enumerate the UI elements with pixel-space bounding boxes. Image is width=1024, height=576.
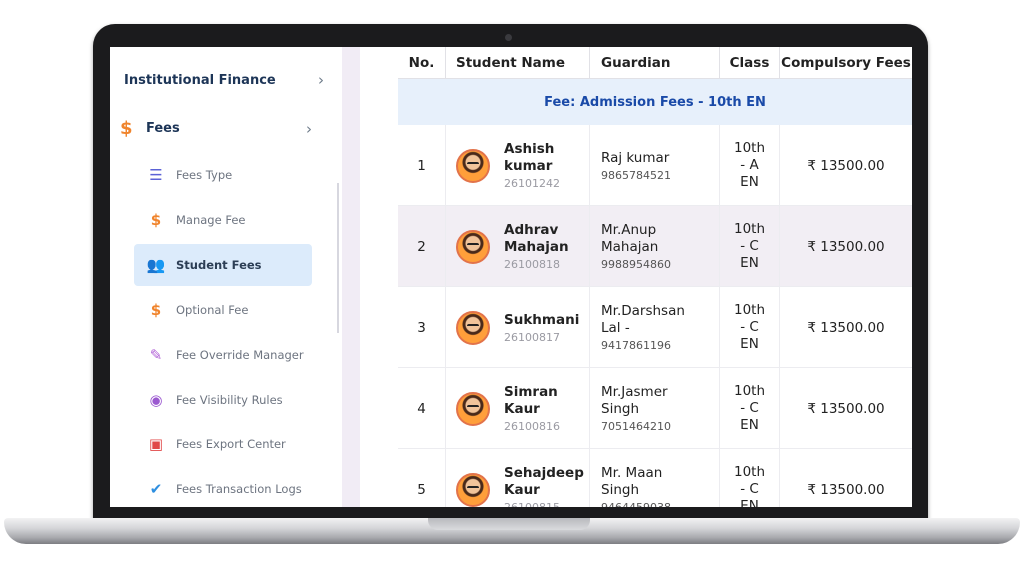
- guardian-phone: 9417861196: [601, 339, 671, 352]
- dollar-icon: $: [150, 301, 162, 319]
- student-class: 10th - C EN: [733, 302, 766, 352]
- guardian-phone: 7051464210: [601, 420, 671, 433]
- eye-icon: ◉: [149, 391, 163, 409]
- table-row[interactable]: 4 Simran Kaur 26100816 Mr.Jasmer Singh 7…: [398, 368, 912, 449]
- table-row[interactable]: 1 Ashish kumar 26101242 Raj kumar 986578…: [398, 125, 912, 206]
- student-class: 10th - A EN: [733, 140, 766, 190]
- compulsory-fee: ₹ 13500.00: [807, 238, 885, 255]
- sidebar-item-fees-export-center[interactable]: ▣ Fees Export Center: [134, 423, 312, 465]
- column-header-guardian[interactable]: Guardian: [590, 47, 720, 79]
- sidebar-item-optional-fee[interactable]: $ Optional Fee: [134, 289, 312, 331]
- student-name: Simran Kaur: [504, 384, 558, 417]
- check-circle-icon: ✔: [149, 480, 163, 498]
- sidebar-item-fees-transaction-logs[interactable]: ✔ Fees Transaction Logs: [134, 468, 312, 507]
- dollar-icon: $: [120, 118, 133, 139]
- sidebar: Institutional Finance › $ Fees › ☰ Fees …: [110, 47, 342, 507]
- sidebar-item-label: Fees: [146, 121, 180, 136]
- camera-icon: [505, 34, 512, 41]
- sidebar-item-label: Fees Export Center: [176, 437, 286, 451]
- laptop-notch: [428, 518, 590, 530]
- student-name: Ashish kumar: [504, 141, 555, 174]
- sidebar-item-label: Fee Override Manager: [176, 348, 304, 362]
- avatar: [456, 472, 490, 507]
- sidebar-item-label: Student Fees: [176, 258, 262, 272]
- guardian-name: Mr.Darshsan Lal -: [601, 303, 685, 336]
- row-number: 4: [398, 368, 446, 449]
- student-class: 10th - C EN: [733, 464, 766, 507]
- avatar: [456, 310, 490, 345]
- sidebar-item-label: Fee Visibility Rules: [176, 393, 283, 407]
- guardian-name: Mr. Maan Singh: [601, 465, 663, 498]
- student-name: Adhrav Mahajan: [504, 222, 569, 255]
- sidebar-item-label: Manage Fee: [176, 213, 246, 227]
- group-label: Fee: Admission Fees - 10th EN: [544, 94, 766, 110]
- student-id: 26100816: [504, 420, 560, 433]
- student-id: 26100818: [504, 258, 560, 271]
- column-header-no[interactable]: No.: [398, 47, 446, 79]
- sidebar-item-institutional-finance[interactable]: Institutional Finance ›: [124, 71, 324, 89]
- guardian-name: Mr.Anup Mahajan: [601, 222, 659, 255]
- sidebar-item-manage-fee[interactable]: $ Manage Fee: [134, 199, 312, 241]
- guardian-name: Mr.Jasmer Singh: [601, 384, 668, 417]
- student-class: 10th - C EN: [733, 383, 766, 433]
- excel-icon: ▣: [148, 435, 164, 453]
- guardian-phone: 9988954860: [601, 258, 671, 271]
- chevron-right-icon: ›: [306, 119, 312, 138]
- list-icon: ☰: [149, 166, 163, 184]
- table-row[interactable]: 5 Sehajdeep Kaur 26100815 Mr. Maan Singh…: [398, 449, 912, 507]
- column-header-class[interactable]: Class: [720, 47, 780, 79]
- row-number: 2: [398, 206, 446, 287]
- group-header: Fee: Admission Fees - 10th EN: [398, 79, 912, 125]
- student-id: 26101242: [504, 177, 560, 190]
- table-row[interactable]: 2 Adhrav Mahajan 26100818 Mr.Anup Mahaja…: [398, 206, 912, 287]
- student-name: Sukhmani: [504, 311, 580, 328]
- sidebar-item-label: Fees Transaction Logs: [176, 482, 302, 496]
- users-icon: 👥: [146, 256, 166, 274]
- sidebar-item-fee-visibility-rules[interactable]: ◉ Fee Visibility Rules: [134, 379, 312, 421]
- sidebar-scrollbar[interactable]: [337, 183, 339, 333]
- screen: Institutional Finance › $ Fees › ☰ Fees …: [110, 47, 912, 507]
- compulsory-fee: ₹ 13500.00: [807, 481, 885, 498]
- fees-table: No. Student Name Guardian Class Compulso…: [360, 47, 912, 507]
- column-header-student-name[interactable]: Student Name: [446, 47, 590, 79]
- edit-icon: ✎: [149, 346, 163, 364]
- dollar-icon: $: [150, 211, 162, 229]
- avatar: [456, 148, 490, 183]
- divider: [342, 47, 360, 507]
- compulsory-fee: ₹ 13500.00: [807, 319, 885, 336]
- student-class: 10th - C EN: [733, 221, 766, 271]
- student-id: 26100817: [504, 330, 560, 344]
- row-number: 1: [398, 125, 446, 206]
- compulsory-fee: ₹ 13500.00: [807, 157, 885, 174]
- table-row[interactable]: 3 Sukhmani 26100817 Mr.Darshsan Lal - 94…: [398, 287, 912, 368]
- student-id: 26100815: [504, 501, 576, 507]
- column-header-compulsory-fees[interactable]: Compulsory Fees: [780, 47, 912, 79]
- sidebar-item-fee-override-manager[interactable]: ✎ Fee Override Manager: [134, 334, 312, 376]
- sidebar-item-fees-type[interactable]: ☰ Fees Type: [134, 154, 312, 196]
- sidebar-item-fees[interactable]: $ Fees ›: [120, 118, 312, 139]
- guardian-name: Raj kumar: [601, 149, 670, 166]
- compulsory-fee: ₹ 13500.00: [807, 400, 885, 417]
- chevron-right-icon: ›: [318, 71, 324, 89]
- sidebar-item-label: Optional Fee: [176, 303, 249, 317]
- sidebar-item-label: Fees Type: [176, 168, 233, 182]
- row-number: 5: [398, 449, 446, 507]
- student-name: Sehajdeep Kaur: [504, 465, 584, 498]
- table-header: No. Student Name Guardian Class Compulso…: [398, 47, 912, 79]
- sidebar-item-label: Institutional Finance: [124, 72, 276, 88]
- guardian-phone: 9464459038: [601, 501, 701, 507]
- sidebar-item-student-fees[interactable]: 👥 Student Fees: [134, 244, 312, 286]
- avatar: [456, 391, 490, 426]
- row-number: 3: [398, 287, 446, 368]
- guardian-phone: 9865784521: [601, 168, 671, 182]
- avatar: [456, 229, 490, 264]
